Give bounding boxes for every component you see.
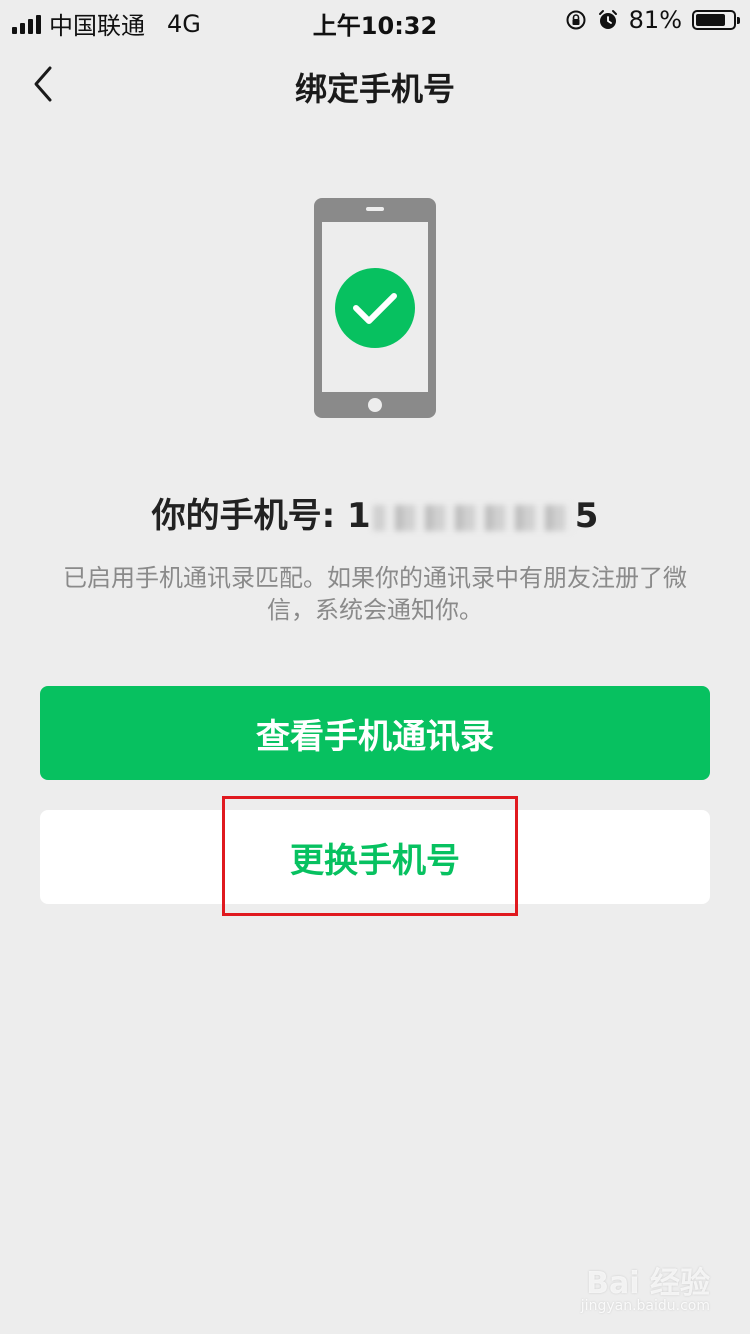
page-title: 绑定手机号 xyxy=(294,70,455,108)
view-contacts-button[interactable]: 查看手机通讯录 xyxy=(40,686,710,780)
phone-number-label: 你的手机号: 1 5 xyxy=(0,488,750,537)
phone-number-first-digit: 1 xyxy=(347,496,371,536)
watermark-url: jingyan.baidu.com xyxy=(580,1298,710,1314)
watermark-logo: Bai 经验 xyxy=(586,1266,710,1301)
phone-checkmark-icon xyxy=(314,198,436,418)
annotation-highlight-box xyxy=(222,796,518,916)
rotation-lock-icon xyxy=(566,10,586,30)
alarm-icon xyxy=(598,10,617,29)
phone-number-redacted xyxy=(372,504,573,531)
status-right: 81% xyxy=(565,6,740,34)
status-bar: 中国联通 4G 上午10:32 81% xyxy=(0,0,750,40)
phone-number-prefix-label: 你的手机号: xyxy=(151,496,336,536)
battery-icon xyxy=(692,10,740,30)
contacts-matching-description: 已启用手机通讯录匹配。如果你的通讯录中有朋友注册了微信，系统会通知你。 xyxy=(63,564,687,624)
phone-number-last-digit: 5 xyxy=(574,496,599,536)
battery-percent: 81% xyxy=(628,6,682,34)
navigation-bar: 绑定手机号 xyxy=(0,50,750,120)
